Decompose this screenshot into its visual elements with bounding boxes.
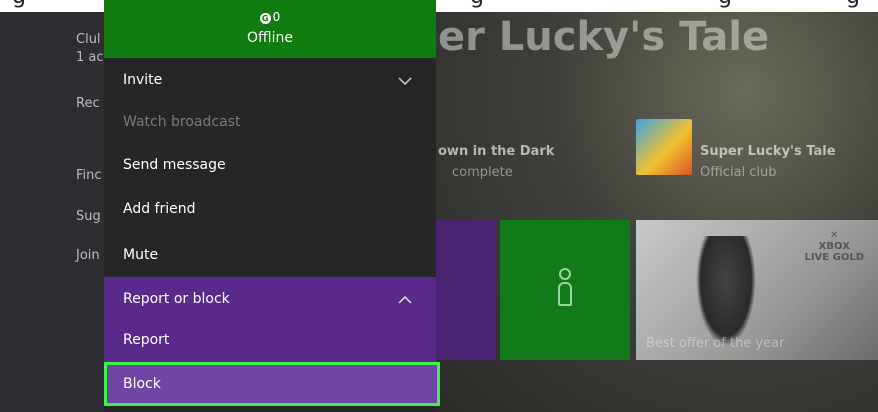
nav-item-find[interactable]: Finc bbox=[76, 168, 102, 183]
send-message-item[interactable]: Send message bbox=[104, 143, 436, 187]
game-title: er Lucky's Tale bbox=[438, 14, 770, 60]
presence-status: Offline bbox=[247, 30, 293, 46]
report-label: Report bbox=[123, 332, 170, 348]
add-friend-item[interactable]: Add friend bbox=[104, 187, 436, 231]
report-item[interactable]: Report bbox=[104, 318, 436, 362]
watch-broadcast-label: Watch broadcast bbox=[123, 114, 241, 130]
report-or-block-label: Report or block bbox=[123, 291, 230, 307]
gold-offer-tile[interactable]: ✕ XBOX LIVE GOLD Best offer of the year bbox=[636, 220, 878, 360]
invite-item[interactable]: Invite bbox=[104, 58, 436, 102]
nav-item-recent[interactable]: Rec bbox=[76, 96, 100, 111]
avatar-tile[interactable] bbox=[500, 220, 630, 360]
purple-tile[interactable] bbox=[436, 220, 496, 360]
chevron-up-icon bbox=[398, 277, 412, 321]
club-thumbnail[interactable] bbox=[636, 119, 692, 175]
club-title[interactable]: Super Lucky's Tale bbox=[700, 144, 836, 159]
xbox-logo-icon: ✕ bbox=[830, 230, 839, 241]
gold-caption: Best offer of the year bbox=[646, 336, 785, 351]
watch-broadcast-item[interactable]: Watch broadcast bbox=[104, 100, 436, 144]
gamerscore: G0 bbox=[104, 10, 436, 24]
send-message-label: Send message bbox=[123, 157, 226, 173]
profile-header: G0 Offline bbox=[104, 0, 436, 58]
game-progress-subtitle: complete bbox=[452, 165, 513, 180]
report-or-block-item[interactable]: Report or block bbox=[104, 277, 436, 321]
nav-item-suggested[interactable]: Sug bbox=[76, 209, 101, 224]
invite-label: Invite bbox=[123, 72, 163, 88]
avatar-icon bbox=[557, 268, 573, 308]
gamerscore-icon: G bbox=[259, 13, 271, 24]
nav-item-clubs[interactable]: Clul bbox=[76, 32, 101, 47]
game-progress-title[interactable]: own in the Dark bbox=[438, 144, 554, 159]
club-subtitle: Official club bbox=[700, 165, 777, 180]
mute-label: Mute bbox=[123, 247, 159, 263]
nav-item-join[interactable]: Join bbox=[76, 248, 100, 263]
chevron-down-icon bbox=[398, 58, 412, 102]
gamerscore-value: 0 bbox=[272, 10, 281, 24]
mute-item[interactable]: Mute bbox=[104, 233, 436, 277]
xbox-live-gold-logo: ✕ XBOX LIVE GOLD bbox=[804, 230, 864, 263]
character-art bbox=[696, 236, 756, 346]
block-button[interactable]: Block bbox=[104, 362, 440, 406]
nav-item-accounts: 1 ac bbox=[76, 50, 104, 65]
add-friend-label: Add friend bbox=[123, 201, 196, 217]
profile-context-menu: G0 Offline Invite Watch broadcast Send m… bbox=[104, 0, 436, 412]
block-label: Block bbox=[123, 376, 161, 392]
